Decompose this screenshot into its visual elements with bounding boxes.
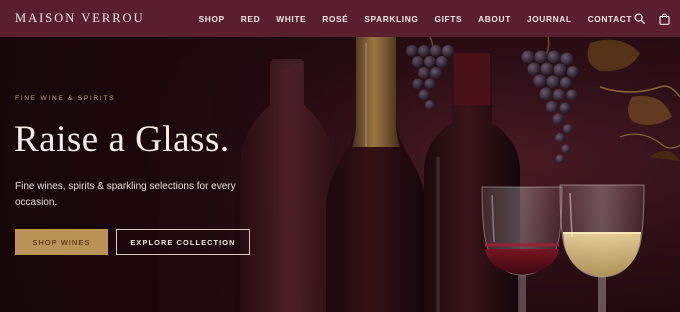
nav-item-sparkling[interactable]: SPARKLING: [364, 14, 418, 24]
hero-eyebrow: FINE WINE & SPIRITS: [15, 95, 116, 102]
nav-item-rose[interactable]: ROSÉ: [322, 14, 348, 24]
hero-section: FINE WINE & SPIRITS Raise a Glass. Fine …: [0, 37, 680, 312]
main-nav: SHOP RED WHITE ROSÉ SPARKLING GIFTS ABOU…: [199, 14, 633, 24]
search-icon[interactable]: [632, 12, 646, 26]
hero-subcopy: Fine wines, spirits & sparkling selectio…: [15, 181, 236, 208]
nav-item-journal[interactable]: JOURNAL: [527, 14, 572, 24]
page: MAISON VERROU SHOP RED WHITE ROSÉ SPARKL…: [0, 0, 680, 312]
shopping-bag-icon[interactable]: [657, 12, 671, 26]
site-header: MAISON VERROU SHOP RED WHITE ROSÉ SPARKL…: [0, 0, 680, 37]
nav-item-about[interactable]: ABOUT: [478, 14, 511, 24]
nav-item-white[interactable]: WHITE: [276, 14, 306, 24]
explore-collection-button[interactable]: EXPLORE COLLECTION: [116, 229, 250, 255]
header-icons: [632, 12, 671, 26]
shop-wines-button[interactable]: SHOP WINES: [15, 229, 108, 255]
hero-headline: Raise a Glass.: [14, 119, 230, 160]
hero-overlay: [0, 37, 680, 312]
nav-item-red[interactable]: RED: [241, 14, 260, 24]
nav-item-shop[interactable]: SHOP: [199, 14, 225, 24]
brand-logo[interactable]: MAISON VERROU: [15, 11, 145, 26]
nav-item-gifts[interactable]: GIFTS: [434, 14, 462, 24]
nav-item-contact[interactable]: CONTACT: [588, 14, 633, 24]
